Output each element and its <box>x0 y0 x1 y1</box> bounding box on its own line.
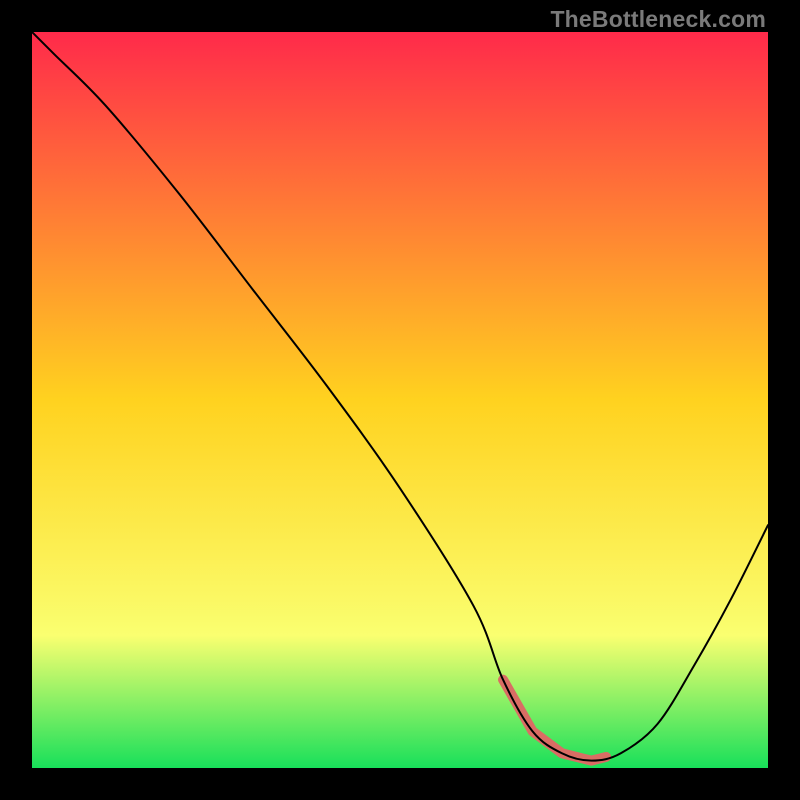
chart-svg <box>32 32 768 768</box>
watermark: TheBottleneck.com <box>550 6 766 33</box>
watermark-text: TheBottleneck.com <box>550 6 766 32</box>
plot-background <box>32 32 768 768</box>
outer-frame: TheBottleneck.com <box>0 0 800 800</box>
plot-area <box>32 32 768 768</box>
